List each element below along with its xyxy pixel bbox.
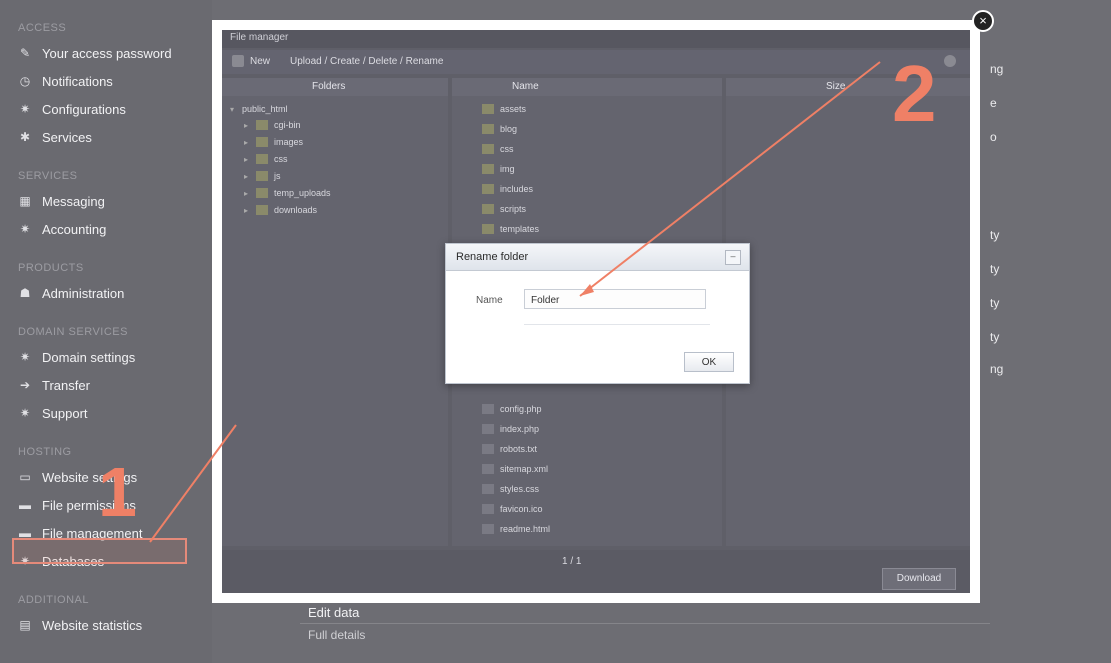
step-1-number: 1 xyxy=(98,453,137,531)
annotation-arrows xyxy=(149,61,881,543)
step-2-number: 2 xyxy=(892,49,937,138)
arrow-step-2 xyxy=(579,61,881,297)
arrow-step-1 xyxy=(149,424,237,543)
